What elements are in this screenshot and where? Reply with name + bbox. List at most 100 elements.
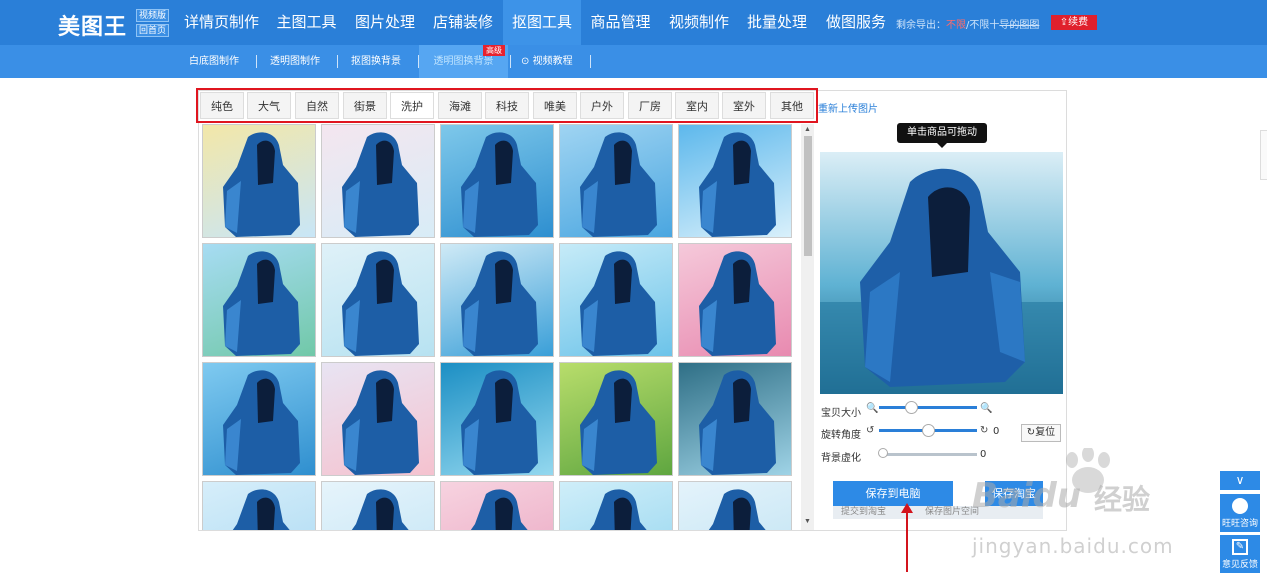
- jacket-thumbnail-icon: [223, 370, 300, 475]
- background-thumbnail[interactable]: [678, 362, 792, 476]
- jacket-thumbnail-icon: [699, 251, 776, 356]
- save-image-space-link[interactable]: 保存图片空间: [925, 506, 979, 519]
- jacket-thumbnail-icon: [461, 251, 538, 356]
- tab-street[interactable]: 街景: [343, 92, 387, 119]
- background-thumbnail[interactable]: [440, 362, 554, 476]
- feedback-button[interactable]: ✎ 意见反馈: [1220, 535, 1260, 573]
- rotate-right-icon[interactable]: ↻: [980, 425, 988, 436]
- jacket-thumbnail-icon: [580, 251, 657, 356]
- background-thumbnail[interactable]: [559, 243, 673, 357]
- home-badge[interactable]: 回首页: [136, 24, 169, 37]
- jacket-thumbnail-icon: [461, 370, 538, 475]
- zoom-out-icon[interactable]: 🔍: [866, 403, 878, 414]
- watermark-logo-text: Bai: [972, 476, 1033, 516]
- tab-washing-care[interactable]: 洗护: [390, 92, 434, 119]
- scroll-down-arrow-icon[interactable]: ▼: [804, 518, 811, 525]
- background-thumbnail[interactable]: [678, 481, 792, 530]
- submit-taobao-link[interactable]: 提交到淘宝: [841, 506, 886, 519]
- brand-logo[interactable]: 美图王: [58, 9, 127, 41]
- rotate-slider-knob[interactable]: [921, 424, 935, 437]
- background-thumbnail[interactable]: [321, 124, 435, 238]
- size-slider-knob[interactable]: [904, 401, 918, 414]
- background-thumbnail[interactable]: [202, 124, 316, 238]
- nav-cutout-tools[interactable]: 抠图工具: [503, 0, 581, 45]
- background-thumbnail[interactable]: [440, 243, 554, 357]
- subnav-cutout-background[interactable]: 抠图换背景: [351, 45, 401, 78]
- watermark-url: jingyan.baidu.com: [972, 534, 1174, 558]
- zoom-in-icon[interactable]: 🔍: [980, 403, 992, 414]
- wangwang-consult-button[interactable]: 旺旺咨询: [1220, 494, 1260, 532]
- jacket-thumbnail-icon: [461, 132, 538, 237]
- background-thumbnail[interactable]: [202, 243, 316, 357]
- nav-video-production[interactable]: 视频制作: [662, 0, 736, 45]
- jacket-thumbnail-icon: [223, 251, 300, 356]
- background-thumbnail[interactable]: [321, 481, 435, 530]
- watermark-logo-du: du: [1032, 476, 1082, 516]
- background-thumbnail[interactable]: [440, 124, 554, 238]
- quota-value: 不限: [946, 20, 966, 31]
- jacket-thumbnail-icon: [342, 370, 419, 475]
- size-slider-track[interactable]: [879, 406, 977, 409]
- size-label: 宝贝大小: [821, 408, 861, 419]
- reset-icon: ↻: [1026, 427, 1036, 438]
- background-thumbnail[interactable]: [559, 124, 673, 238]
- version-badge[interactable]: 视频版: [136, 9, 169, 22]
- nav-image-processing[interactable]: 图片处理: [348, 0, 422, 45]
- subnav-white-background[interactable]: 白底图制作: [189, 45, 239, 78]
- background-thumbnail[interactable]: [559, 362, 673, 476]
- tab-technology[interactable]: 科技: [485, 92, 529, 119]
- background-thumbnail[interactable]: [559, 481, 673, 530]
- nav-shop-decoration[interactable]: 店铺装修: [426, 0, 500, 45]
- tab-factory[interactable]: 厂房: [628, 92, 672, 119]
- scrollbar-thumb[interactable]: [804, 136, 812, 256]
- reupload-image-link[interactable]: 重新上传图片: [818, 100, 878, 115]
- background-thumbnail[interactable]: [678, 243, 792, 357]
- renew-button[interactable]: ⇪续费: [1051, 15, 1097, 30]
- watermark-logo: Baidu: [972, 476, 1081, 516]
- subnav-video-tutorial[interactable]: ⊙ 视频教程: [521, 45, 573, 78]
- subnav-transparent-image[interactable]: 透明图制作: [270, 45, 320, 78]
- nav-product-management[interactable]: 商品管理: [583, 0, 658, 45]
- blur-slider-knob[interactable]: [878, 448, 888, 458]
- background-thumbnail[interactable]: [202, 362, 316, 476]
- tab-beach[interactable]: 海滩: [438, 92, 482, 119]
- logo-badges: 视频版 回首页: [136, 9, 169, 39]
- subnav-divider: [256, 55, 257, 68]
- jacket-thumbnail-icon: [699, 370, 776, 475]
- jacket-thumbnail-icon: [232, 489, 290, 530]
- preview-canvas[interactable]: [820, 152, 1063, 394]
- tab-outdoor[interactable]: 户外: [580, 92, 624, 119]
- background-thumbnail[interactable]: [321, 362, 435, 476]
- save-to-computer-button[interactable]: 保存到电脑: [833, 481, 953, 506]
- tab-aesthetic[interactable]: 唯美: [533, 92, 577, 119]
- jacket-thumbnail-icon: [342, 132, 419, 237]
- background-thumbnail[interactable]: [440, 481, 554, 530]
- export-quota: 剩余导出：不限/不限十导的图图: [896, 16, 1039, 31]
- rotate-value: 0: [993, 426, 1000, 437]
- rotate-left-icon[interactable]: ↺: [866, 425, 874, 436]
- wangwang-label: 旺旺咨询: [1221, 519, 1258, 529]
- background-thumbnail[interactable]: [678, 124, 792, 238]
- scroll-up-arrow-icon[interactable]: ▲: [804, 126, 811, 133]
- tab-exterior[interactable]: 室外: [722, 92, 766, 119]
- quota-prefix: 剩余导出：: [896, 20, 946, 31]
- side-edge-tab[interactable]: [1260, 130, 1267, 180]
- tab-solid-color[interactable]: 纯色: [200, 92, 244, 119]
- tab-other[interactable]: 其他: [770, 92, 814, 119]
- background-thumbnail[interactable]: [321, 243, 435, 357]
- jacket-thumbnail-icon: [580, 370, 657, 475]
- tab-nature[interactable]: 自然: [295, 92, 339, 119]
- background-thumbnail[interactable]: [202, 481, 316, 530]
- blur-slider-track[interactable]: [880, 453, 977, 456]
- reset-label: 复位: [1035, 427, 1056, 438]
- collapse-side-button[interactable]: ∨: [1220, 471, 1260, 490]
- reset-button[interactable]: ↻复位: [1021, 424, 1061, 442]
- nav-design-service[interactable]: 做图服务: [818, 0, 894, 45]
- nav-detail-page[interactable]: 详情页制作: [178, 0, 265, 45]
- nav-main-image-tools[interactable]: 主图工具: [270, 0, 343, 45]
- thumbnail-scrollbar[interactable]: ▲ ▼: [801, 124, 814, 530]
- quota-middle: /不限十: [966, 20, 1000, 31]
- tab-indoor[interactable]: 室内: [675, 92, 719, 119]
- tab-atmospheric[interactable]: 大气: [247, 92, 291, 119]
- nav-batch-processing[interactable]: 批量处理: [740, 0, 814, 45]
